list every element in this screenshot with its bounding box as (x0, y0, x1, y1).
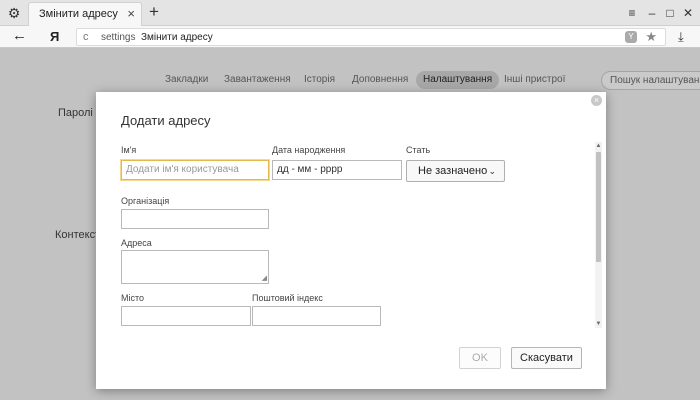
dialog-form: Ім'я Додати ім'я користувача Дата народж… (96, 142, 606, 328)
gear-icon[interactable]: ⚙ (6, 5, 22, 21)
nav-settings[interactable]: Налаштування (416, 71, 500, 89)
back-arrow-icon[interactable]: ← (12, 28, 27, 44)
yandex-logo[interactable]: Я (50, 29, 59, 45)
resize-grip-icon[interactable]: ◢ (262, 275, 267, 282)
protect-icon[interactable]: Y (625, 31, 637, 43)
new-tab-icon[interactable]: + (146, 3, 162, 21)
name-label: Ім'я (121, 145, 137, 155)
address-page-title: Змінити адресу (141, 32, 213, 43)
chevron-down-icon: ⌄ (488, 166, 496, 176)
reload-icon[interactable]: c (83, 30, 89, 44)
tab-title: Змінити адресу (39, 8, 118, 20)
passwords-label: Паролі (58, 107, 93, 119)
scroll-down-icon[interactable]: ▼ (595, 320, 602, 328)
gender-label: Стать (406, 145, 431, 155)
nav-other-devices[interactable]: Інші пристрої (497, 71, 572, 89)
nav-extensions[interactable]: Доповнення (345, 71, 415, 89)
nav-history[interactable]: Історія (297, 71, 342, 89)
birthdate-label: Дата народження (272, 145, 346, 155)
postcode-input[interactable] (252, 306, 381, 326)
address-textarea[interactable]: ◢ (121, 250, 269, 284)
tab-change-address[interactable]: Змінити адресу × (28, 2, 142, 26)
dialog-close-icon[interactable]: × (591, 95, 602, 106)
address-host: settings (101, 32, 136, 43)
add-address-dialog: × Додати адресу Ім'я Додати ім'я користу… (96, 92, 606, 389)
city-input[interactable] (121, 306, 251, 326)
menu-icon[interactable]: ≡ (624, 5, 640, 21)
cancel-button[interactable]: Скасувати (511, 347, 582, 369)
bookmark-star-icon[interactable]: ★ (645, 29, 657, 45)
scroll-thumb[interactable] (596, 152, 601, 262)
address-bar[interactable]: c settings Змінити адресу Y ★ (76, 28, 666, 46)
dialog-scrollbar[interactable]: ▲ ▼ (595, 142, 602, 328)
birthdate-input[interactable]: дд - мм - рррр (272, 160, 402, 180)
address-label: Адреса (121, 238, 152, 248)
dialog-title: Додати адресу (121, 113, 211, 128)
download-icon[interactable]: ⤓ (678, 29, 684, 45)
organization-label: Організація (121, 196, 170, 206)
scroll-up-icon[interactable]: ▲ (595, 142, 602, 150)
minimize-icon[interactable]: – (644, 5, 660, 21)
name-input[interactable]: Додати ім'я користувача (121, 160, 269, 180)
address-bar-row: ← Я c settings Змінити адресу Y ★ ⤓ (0, 26, 700, 48)
nav-downloads[interactable]: Завантаження (217, 71, 298, 89)
birthdate-placeholder: дд - мм - рррр (277, 164, 343, 175)
title-bar: ⚙ Змінити адресу × + ≡ – □ ✕ (0, 0, 700, 26)
organization-input[interactable] (121, 209, 269, 229)
settings-search-input[interactable]: Пошук налаштувань (601, 71, 700, 90)
tab-close-icon[interactable]: × (127, 7, 135, 21)
context-label: Контекст (55, 229, 101, 241)
ok-button[interactable]: OK (459, 347, 501, 369)
name-placeholder: Додати ім'я користувача (126, 164, 239, 175)
maximize-icon[interactable]: □ (662, 5, 678, 21)
city-label: Місто (121, 293, 145, 303)
gender-value: Не зазначено (418, 165, 488, 177)
nav-bookmarks[interactable]: Закладки (158, 71, 215, 89)
close-window-icon[interactable]: ✕ (680, 5, 696, 21)
postcode-label: Поштовий індекс (252, 293, 323, 303)
gender-select[interactable]: Не зазначено ⌄ (406, 160, 505, 182)
